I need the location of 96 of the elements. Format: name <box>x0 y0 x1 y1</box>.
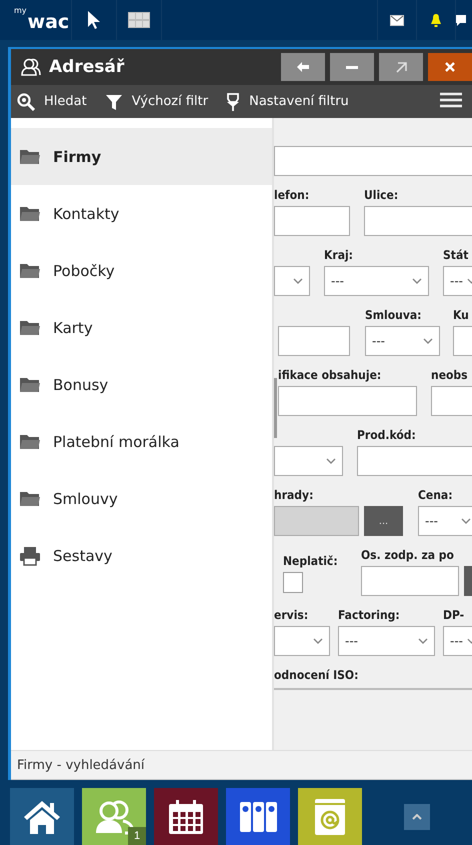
dropdown-field[interactable]: --- <box>365 326 440 356</box>
cursor-icon[interactable] <box>87 10 101 30</box>
people-icon <box>21 58 41 76</box>
close-button[interactable] <box>428 53 472 81</box>
folder-icon <box>19 376 41 393</box>
input-field[interactable] <box>361 566 459 596</box>
toolbar-button[interactable]: Hledat <box>17 92 87 110</box>
chevron-icon <box>418 638 428 644</box>
dropdown-field[interactable] <box>274 626 330 656</box>
folder-icon <box>19 433 41 450</box>
dropdown-field[interactable] <box>274 266 310 296</box>
menu-icon <box>440 92 462 108</box>
input-field[interactable] <box>274 146 472 176</box>
status-text: Firmy - vyhledávání <box>17 758 145 772</box>
expand-button[interactable] <box>404 804 430 830</box>
sidebar-item[interactable]: Karty <box>11 299 272 356</box>
field-label: lefon: <box>274 187 310 203</box>
sidebar-item[interactable]: Smlouvy <box>11 470 272 527</box>
arrow-up-right-icon <box>396 62 406 72</box>
filter-settings-icon <box>226 92 240 110</box>
restore-button[interactable] <box>379 53 423 81</box>
field-label: Ulice: <box>364 187 398 203</box>
search-icon <box>17 92 35 110</box>
folder-icon <box>19 490 41 507</box>
field-label: odnocení ISO: <box>274 667 358 683</box>
field-label: Ku <box>453 307 469 323</box>
input-field[interactable] <box>278 326 350 356</box>
input-field[interactable] <box>431 386 472 416</box>
address-book-icon <box>313 796 347 836</box>
checkbox[interactable] <box>283 572 303 593</box>
window-title: Adresář <box>49 57 126 77</box>
field-label: Neplatič: <box>283 553 338 569</box>
sidebar-item[interactable]: Pobočky <box>11 242 272 299</box>
taskbar-tile[interactable] <box>226 788 290 845</box>
printer-icon <box>19 546 41 566</box>
close-icon <box>445 62 455 72</box>
taskbar-tile[interactable]: 1 <box>82 788 146 845</box>
chevron-icon <box>326 458 336 464</box>
sidebar-item[interactable]: Firmy <box>11 128 272 185</box>
field-label: Stát <box>443 247 468 263</box>
bell-icon[interactable] <box>431 14 441 26</box>
keyboard-icon[interactable] <box>128 12 150 28</box>
input-field[interactable] <box>364 206 472 236</box>
toolbar-button[interactable]: Výchozí filtr <box>104 92 208 110</box>
chevron-icon <box>461 518 471 524</box>
input-field[interactable] <box>278 386 417 416</box>
field-label: Factoring: <box>338 607 400 623</box>
field-label: neobs <box>431 367 468 383</box>
field-label: hrady: <box>274 487 314 503</box>
toolbar-button[interactable]: Nastavení filtru <box>226 92 349 110</box>
taskbar-tile[interactable] <box>10 788 74 845</box>
input-field[interactable] <box>357 446 472 476</box>
mail-icon[interactable] <box>390 14 404 26</box>
chevron-up-icon <box>412 814 422 820</box>
arrow-left-icon <box>297 62 309 72</box>
chevron-icon <box>412 278 422 284</box>
sidebar-item[interactable]: Platební morálka <box>11 413 272 470</box>
minimize-button[interactable] <box>330 53 374 81</box>
folder-icon <box>19 205 41 222</box>
folder-icon <box>19 148 41 165</box>
folder-icon <box>19 262 41 279</box>
browse-button[interactable]: ... <box>364 506 403 536</box>
field-label: ervis: <box>274 607 308 623</box>
filter-icon <box>104 92 123 110</box>
back-button[interactable] <box>281 53 325 81</box>
calendar-icon <box>167 798 205 834</box>
scroll-indicator <box>274 378 277 438</box>
field-label: DP- <box>443 607 464 623</box>
people-icon <box>93 798 135 834</box>
sidebar-item[interactable]: Sestavy <box>11 527 272 584</box>
dropdown-field[interactable]: --- <box>443 626 472 656</box>
dropdown-field[interactable]: --- <box>324 266 429 296</box>
count-badge: 1 <box>128 827 146 845</box>
sidebar-item[interactable]: Kontakty <box>11 185 272 242</box>
home-icon <box>22 798 62 834</box>
chevron-icon <box>293 278 303 284</box>
dropdown-field[interactable]: --- <box>418 506 472 536</box>
taskbar-tile[interactable] <box>298 788 362 845</box>
minimize-icon <box>346 66 358 68</box>
input-field[interactable] <box>274 206 350 236</box>
field-label: ifikace obsahuje: <box>278 367 382 383</box>
field-label: Smlouva: <box>365 307 422 323</box>
field-label: Os. zodp. za po <box>361 547 454 563</box>
chevron-icon <box>423 338 433 344</box>
binders-icon <box>238 800 278 834</box>
field-label: Kraj: <box>324 247 353 263</box>
chevron-icon <box>313 638 323 644</box>
folder-icon <box>19 319 41 336</box>
chat-icon[interactable] <box>456 14 466 26</box>
dropdown-field[interactable]: --- <box>338 626 435 656</box>
dropdown-field[interactable] <box>274 446 343 476</box>
sidebar-item[interactable]: Bonusy <box>11 356 272 413</box>
taskbar-tile[interactable] <box>154 788 218 845</box>
field-label: Cena: <box>418 487 453 503</box>
dropdown-field[interactable]: --- <box>443 266 472 296</box>
field-label: Prod.kód: <box>357 427 416 443</box>
